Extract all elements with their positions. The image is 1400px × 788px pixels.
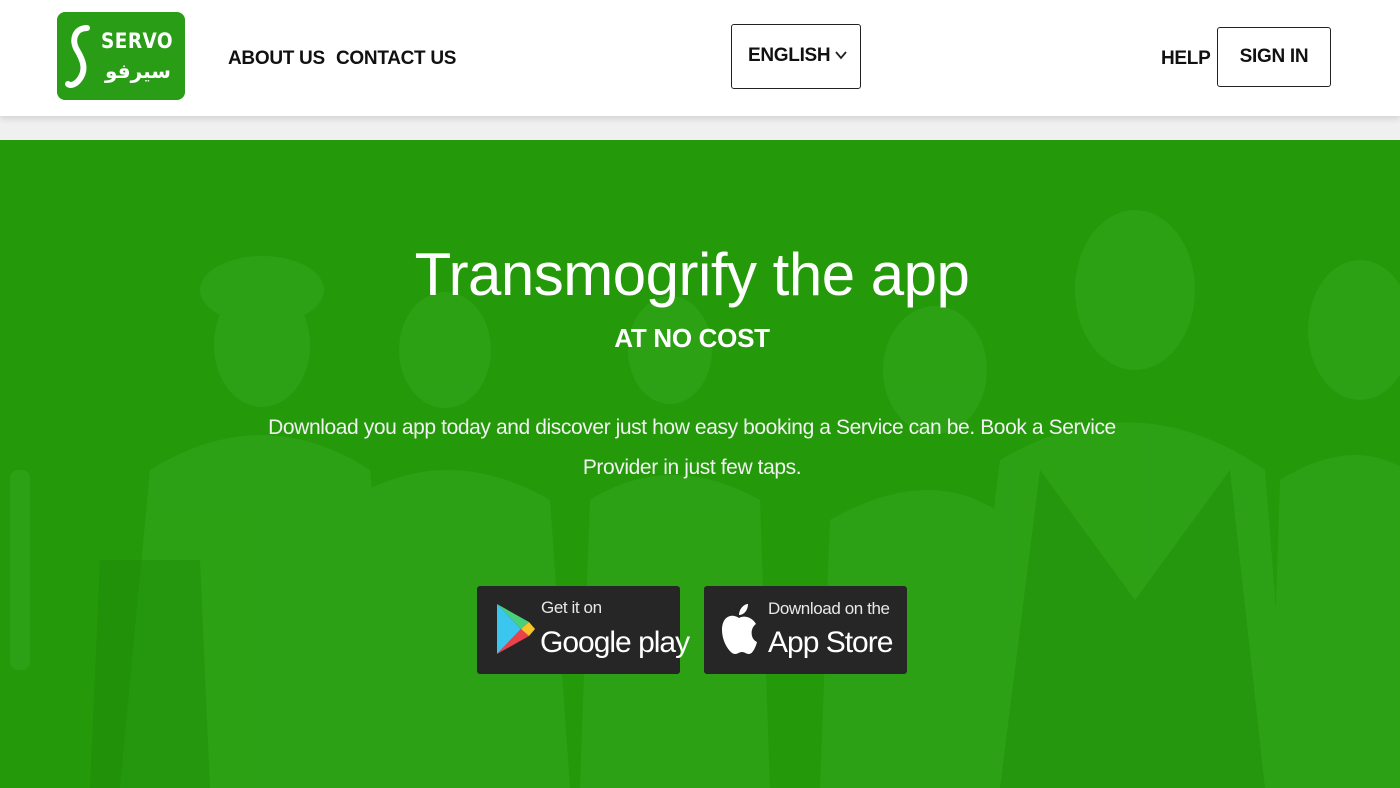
sign-in-button[interactable]: SIGN IN bbox=[1217, 27, 1331, 87]
servo-logo[interactable]: SERVO سيرفو bbox=[57, 12, 185, 100]
hero-subtitle: AT NO COST bbox=[614, 323, 770, 353]
hero-description: Download you app today and discover just… bbox=[268, 416, 1116, 479]
nav-help[interactable]: HELP bbox=[1161, 46, 1211, 72]
hero-section: Transmogrify the app AT NO COST Download… bbox=[0, 140, 1400, 788]
logo-text-arabic: سيرفو bbox=[105, 59, 171, 83]
site-header: SERVO سيرفو ABOUT US CONTACT US ENGLISH … bbox=[0, 0, 1400, 116]
google-play-icon bbox=[497, 604, 535, 654]
language-select[interactable]: ENGLISH bbox=[731, 24, 861, 89]
app-store-small-text: Download on the bbox=[768, 599, 890, 618]
header-divider-bar bbox=[0, 116, 1400, 140]
nav-contact-us[interactable]: CONTACT US bbox=[336, 46, 456, 72]
language-select-value: ENGLISH bbox=[748, 45, 831, 66]
app-store-button[interactable]: Download on the App Store bbox=[704, 586, 907, 674]
apple-icon bbox=[722, 604, 757, 654]
app-store-big-text: App Store bbox=[768, 626, 893, 659]
s-swoosh-icon bbox=[65, 25, 90, 88]
google-play-small-text: Get it on bbox=[541, 598, 602, 617]
google-play-big-text: Google play bbox=[540, 626, 690, 659]
nav-about-us[interactable]: ABOUT US bbox=[228, 46, 325, 72]
logo-text-english: SERVO bbox=[101, 29, 174, 53]
hero-title: Transmogrify the app bbox=[414, 241, 970, 308]
chevron-down-icon bbox=[835, 51, 847, 60]
google-play-button[interactable]: Get it on Google play bbox=[477, 586, 690, 674]
